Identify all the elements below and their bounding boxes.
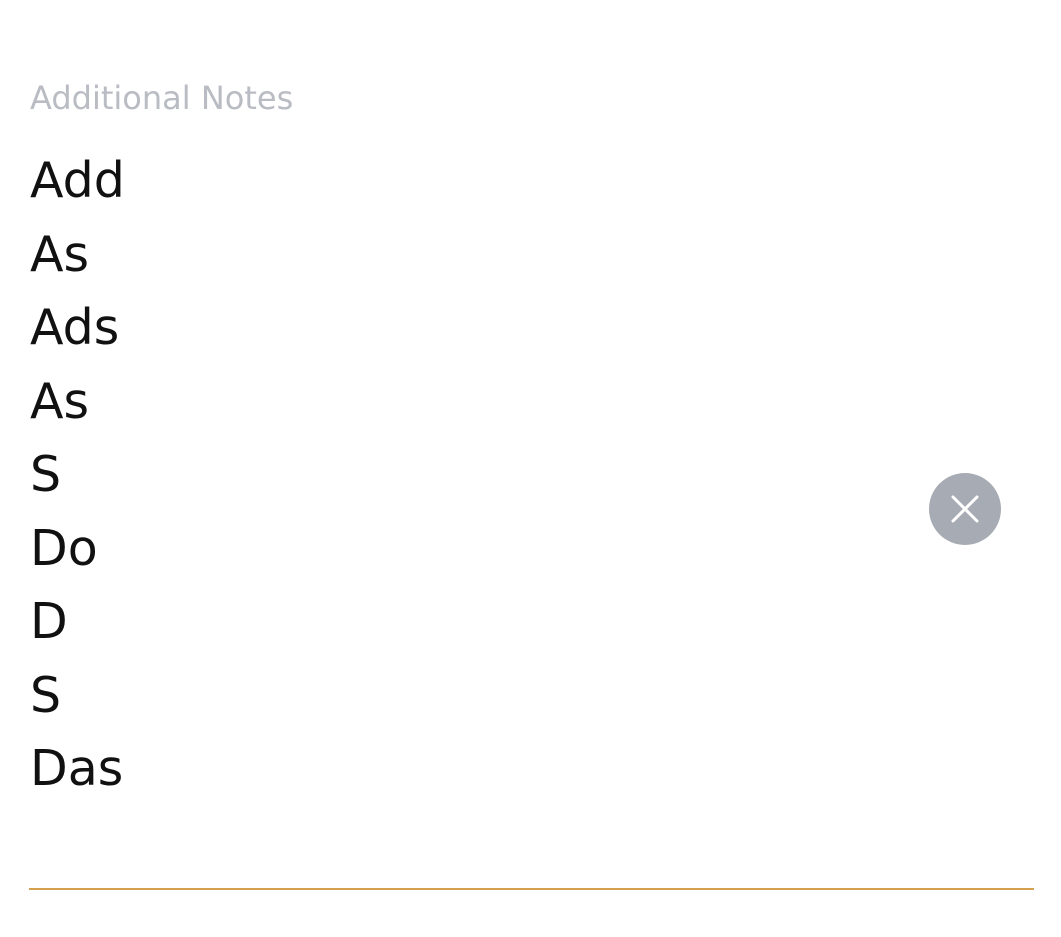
notes-line[interactable]: Do <box>30 512 125 586</box>
notes-line[interactable]: Add <box>30 144 125 218</box>
notes-line[interactable]: As <box>30 218 125 292</box>
notes-textarea[interactable]: Add As Ads As S Do D S Das <box>30 144 125 806</box>
notes-line[interactable]: D <box>30 585 125 659</box>
notes-line[interactable]: S <box>30 659 125 733</box>
additional-notes-label: Additional Notes <box>30 79 294 117</box>
notes-line[interactable]: Ads <box>30 291 125 365</box>
notes-line[interactable]: Das <box>30 732 125 806</box>
notes-line[interactable]: S <box>30 438 125 512</box>
close-icon <box>951 495 979 523</box>
additional-notes-field[interactable]: Additional Notes Add As Ads As S Do D S … <box>30 78 1034 890</box>
notes-line[interactable]: As <box>30 365 125 439</box>
field-underline <box>29 888 1034 890</box>
clear-text-button[interactable] <box>929 473 1001 545</box>
